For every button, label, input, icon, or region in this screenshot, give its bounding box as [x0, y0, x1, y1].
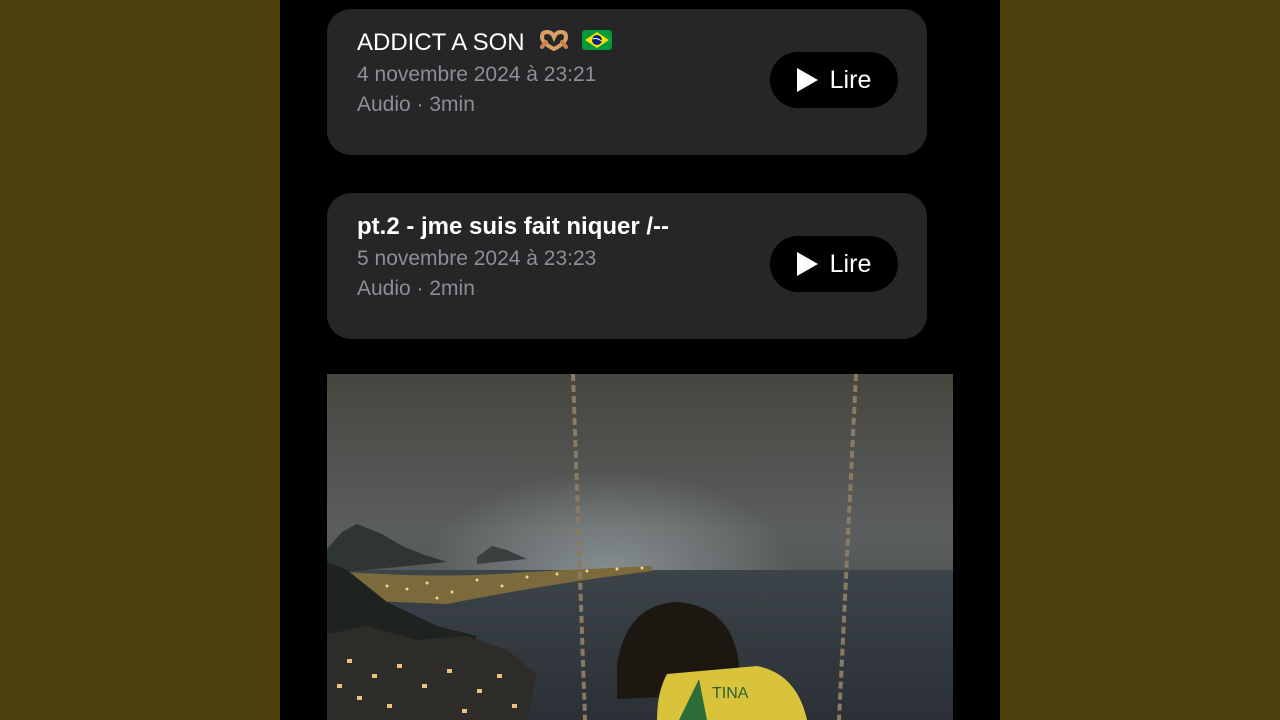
- hand-heart-emoji-icon: [539, 29, 569, 58]
- audio-title: pt.2 - jme suis fait niquer /--: [357, 213, 670, 240]
- audio-title-text: ADDICT A SON: [357, 29, 525, 56]
- audio-meta: Audio · 3min: [357, 93, 475, 116]
- phone-screen: ADDICT A SON 4 novembre 2024 à 23:21 Aud…: [280, 0, 1000, 720]
- play-button[interactable]: Lire: [770, 236, 898, 292]
- audio-meta: Audio · 2min: [357, 277, 475, 300]
- jersey-text: TINA: [712, 685, 749, 702]
- audio-date: 5 novembre 2024 à 23:23: [357, 247, 597, 270]
- audio-title: ADDICT A SON: [357, 29, 612, 58]
- play-icon: [796, 68, 818, 92]
- play-button-label: Lire: [829, 65, 872, 94]
- left-background-panel: [0, 0, 280, 720]
- brazil-flag-emoji-icon: [581, 29, 612, 58]
- audio-date: 4 novembre 2024 à 23:21: [357, 63, 597, 86]
- audio-card[interactable]: ADDICT A SON 4 novembre 2024 à 23:21 Aud…: [327, 9, 927, 155]
- post-photo[interactable]: TINA: [327, 374, 953, 720]
- play-icon: [796, 252, 818, 276]
- play-button-label: Lire: [829, 249, 872, 278]
- audio-card[interactable]: pt.2 - jme suis fait niquer /-- 5 novemb…: [327, 193, 927, 339]
- night-swing-photo: TINA: [327, 374, 953, 720]
- play-button[interactable]: Lire: [770, 52, 898, 108]
- right-background-panel: [1000, 0, 1280, 720]
